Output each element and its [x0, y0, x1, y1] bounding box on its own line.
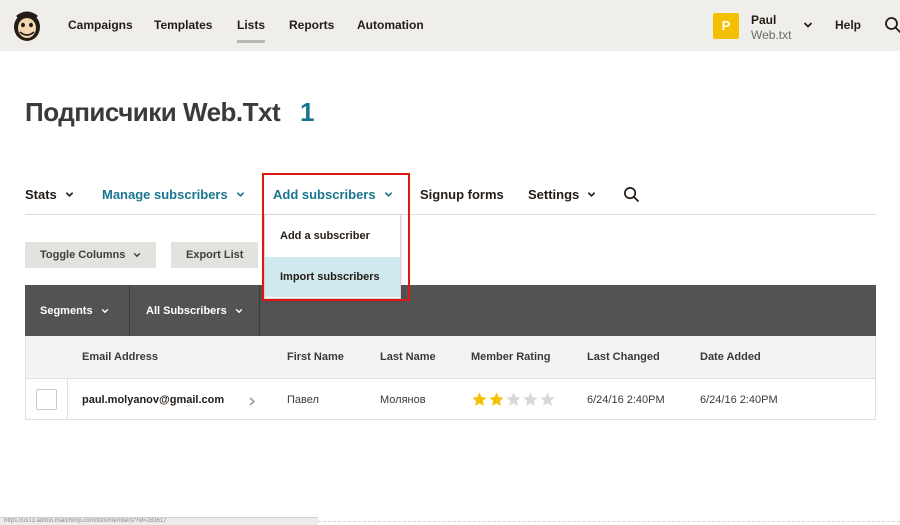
column-first-name[interactable]: First Name — [287, 351, 344, 363]
divider — [67, 379, 68, 420]
divider — [25, 214, 876, 215]
nav-automation[interactable]: Automation — [357, 18, 424, 32]
column-date-added[interactable]: Date Added — [700, 351, 761, 363]
tab-signup-forms[interactable]: Signup forms — [420, 187, 504, 202]
star-icon — [523, 392, 538, 406]
table-row: paul.molyanov@gmail.com Павел Молянов 6/… — [25, 378, 876, 420]
star-icon — [472, 392, 487, 406]
avatar[interactable]: P — [713, 13, 739, 39]
segments-label: Segments — [40, 304, 93, 317]
help-link[interactable]: Help — [835, 18, 861, 32]
tab-stats[interactable]: Stats — [25, 187, 74, 202]
search-icon[interactable] — [884, 16, 900, 34]
column-email-address[interactable]: Email Address — [82, 351, 158, 363]
status-url: https://us13.admin.mailchimp.com/lists/m… — [0, 517, 318, 525]
column-last-changed[interactable]: Last Changed — [587, 351, 660, 363]
divider — [318, 521, 900, 522]
star-icon — [506, 392, 521, 406]
top-nav-bar: Campaigns Templates Lists Reports Automa… — [0, 0, 900, 51]
user-name[interactable]: Paul — [751, 13, 776, 27]
last-changed-cell: 6/24/16 2:40PM — [587, 394, 665, 406]
chevron-down-icon — [65, 192, 74, 197]
star-icon — [540, 392, 555, 406]
tab-manage-label: Manage subscribers — [102, 187, 228, 202]
all-subscribers-dropdown[interactable]: All Subscribers — [146, 285, 243, 336]
export-list-label: Export List — [186, 249, 244, 261]
chevron-down-icon — [236, 192, 244, 197]
chevron-down-icon — [101, 308, 108, 313]
divider — [129, 285, 130, 336]
tab-stats-label: Stats — [25, 187, 57, 202]
star-icon — [489, 392, 504, 406]
page-title: Подписчики Web.Txt — [25, 97, 281, 127]
user-org[interactable]: Web.txt — [751, 28, 791, 42]
subscriber-count: 1 — [300, 97, 315, 127]
chevron-down-icon[interactable] — [803, 20, 813, 30]
tab-signup-label: Signup forms — [420, 187, 504, 202]
column-member-rating[interactable]: Member Rating — [471, 351, 550, 363]
export-list-button[interactable]: Export List — [171, 242, 259, 268]
toggle-columns-label: Toggle Columns — [40, 249, 126, 261]
add-subscribers-menu: Add a subscriber Import subscribers — [264, 214, 401, 299]
chevron-down-icon — [588, 192, 596, 197]
column-last-name[interactable]: Last Name — [380, 351, 436, 363]
email-link[interactable]: paul.molyanov@gmail.com — [82, 394, 224, 406]
toggle-columns-button[interactable]: Toggle Columns — [25, 242, 157, 268]
table-header: Email Address First Name Last Name Membe… — [25, 336, 876, 378]
menu-item-add-a-subscriber[interactable]: Add a subscriber — [265, 216, 400, 256]
tab-add-subscribers[interactable]: Add subscribers — [273, 187, 393, 202]
chevron-down-icon — [235, 308, 243, 313]
nav-reports[interactable]: Reports — [289, 18, 334, 32]
last-name-cell: Молянов — [380, 394, 426, 406]
first-name-cell: Павел — [287, 394, 319, 406]
tab-settings-label: Settings — [528, 187, 580, 202]
divider — [259, 285, 260, 336]
tab-manage-subscribers[interactable]: Manage subscribers — [102, 187, 245, 202]
segments-dropdown[interactable]: Segments — [40, 285, 109, 336]
row-checkbox[interactable] — [36, 389, 57, 410]
tab-add-label: Add subscribers — [273, 187, 376, 202]
search-icon[interactable] — [623, 186, 640, 203]
nav-campaigns[interactable]: Campaigns — [68, 18, 133, 32]
member-rating-stars — [471, 391, 556, 409]
chevron-right-icon[interactable] — [248, 397, 256, 406]
date-added-cell: 6/24/16 2:40PM — [700, 394, 778, 406]
all-subscribers-label: All Subscribers — [146, 304, 227, 317]
nav-templates[interactable]: Templates — [154, 18, 212, 32]
chevron-down-icon — [134, 252, 141, 258]
freddie-logo-icon[interactable] — [11, 9, 43, 43]
menu-item-import-subscribers[interactable]: Import subscribers — [265, 257, 400, 297]
chevron-down-icon — [384, 192, 392, 197]
tab-settings[interactable]: Settings — [528, 187, 596, 202]
filter-bar: Segments All Subscribers — [25, 285, 876, 336]
nav-lists[interactable]: Lists — [237, 18, 266, 43]
